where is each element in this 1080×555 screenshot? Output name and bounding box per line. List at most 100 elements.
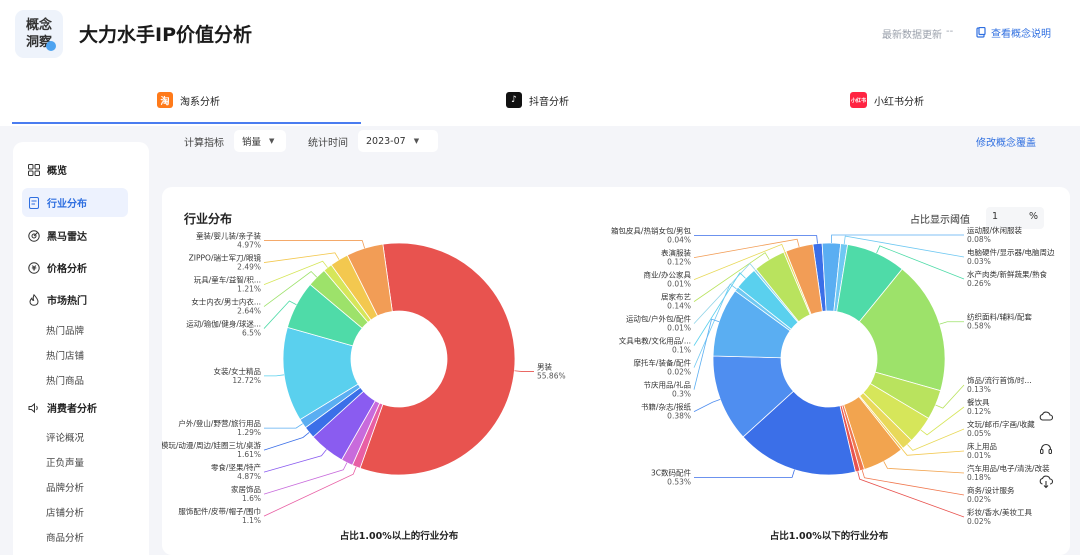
tab-xiaohongshu[interactable]: 小红书 小红书分析 (850, 92, 924, 108)
chart-caption-above: 占比1.00%以上的行业分布 (339, 531, 459, 542)
price-icon: ¥ (28, 261, 40, 274)
concept-help-link[interactable]: 查看概念说明 (976, 25, 1051, 40)
slice-label--: 运动包/户外包/配件 (626, 314, 692, 324)
slice-label--: 童装/婴儿装/亲子装 (196, 231, 262, 241)
slice-value-label: 1.1% (242, 516, 261, 525)
slice-value-label: 0.26% (967, 279, 991, 288)
sidebar-item-shop-analysis[interactable]: 店铺分析 (46, 505, 84, 519)
slice-value-label: 0.03% (967, 257, 991, 266)
slice-label--: 餐饮具 (967, 397, 990, 407)
sidebar-item-hot-shops[interactable]: 热门店铺 (46, 348, 84, 362)
slice-value-label: 1.21% (237, 285, 261, 294)
slice-value-label: 0.12% (667, 258, 691, 267)
slice-value-label: 1.61% (237, 450, 261, 459)
label-leader-line (263, 432, 310, 451)
label-leader-line (264, 374, 285, 377)
chevron-down-icon: ▼ (269, 137, 275, 145)
slice-value-label: 0.18% (967, 473, 991, 482)
sidebar-item-consumer[interactable]: 消费者分析 (28, 400, 97, 415)
slice-value-label: 0.01% (967, 451, 991, 460)
slice-label--: 彩妆/香水/美妆工具 (967, 507, 1033, 517)
slice-value-label: 0.04% (667, 236, 691, 245)
sidebar-item-comments[interactable]: 评论概况 (46, 430, 84, 444)
platform-tabs: 淘 淘系分析 ♪ 抖音分析 小红书 小红书分析 (0, 68, 1080, 126)
document-chart-icon (29, 196, 39, 209)
logo-line1: 概念 (25, 18, 52, 33)
slice-label--: 箱包皮具/热销女包/男包 (611, 226, 692, 236)
slice-value-label: 0.12% (967, 407, 991, 416)
slice-label--: 书籍/杂志/报纸 (641, 402, 692, 412)
slice-label--: 运动服/休闲服装 (967, 225, 1023, 235)
chart-caption-below: 占比1.00%以下的行业分布 (769, 531, 889, 542)
sidebar-item-price[interactable]: ¥ 价格分析 (28, 260, 87, 275)
sidebar-item-product-analysis[interactable]: 商品分析 (46, 530, 84, 544)
speaker-icon (28, 402, 38, 413)
sidebar-item-hot-products[interactable]: 热门商品 (46, 373, 84, 387)
sidebar-item-darkhorse[interactable]: 黑马雷达 (28, 228, 87, 243)
slice-value-label: 0.3% (672, 390, 691, 399)
slice-label--: 玩具/童车/益智/积... (194, 275, 261, 285)
label-leader-line (939, 321, 964, 325)
svg-text:¥: ¥ (32, 264, 37, 272)
slice-label--: 纺织面料/辅料/配套 (967, 312, 1033, 322)
slice-label--: 饰品/流行首饰/时... (967, 375, 1032, 385)
label-leader-line (901, 448, 965, 456)
sidebar-item-industry[interactable]: 行业分布 (22, 188, 128, 217)
tab-douyin[interactable]: ♪ 抖音分析 (506, 92, 569, 108)
sidebar-item-overview[interactable]: 概览 (28, 162, 67, 177)
slice-value-label: 1.6% (242, 494, 261, 503)
label-leader-line (264, 423, 303, 429)
slice-label--: 商务/设计服务 (967, 485, 1015, 495)
slice-value-label: 4.87% (237, 472, 261, 481)
slice-value-label: 4.97% (237, 241, 261, 250)
filter-bar: 计算指标 销量 ▼ 统计时间 2023-07 ▼ 修改概念覆盖 (162, 126, 1070, 156)
slice-value-label: 1.29% (237, 428, 261, 437)
metric-value: 销量 (242, 137, 262, 148)
label-leader-line (263, 466, 357, 517)
xiaohongshu-icon: 小红书 (850, 92, 867, 108)
tab-label: 淘系分析 (180, 96, 220, 108)
label-leader-line (263, 449, 327, 473)
slice-value-label: 0.02% (967, 495, 991, 504)
sidebar-item-market[interactable]: 市场热门 (28, 292, 87, 307)
tab-taobao[interactable]: 淘 淘系分析 (157, 92, 220, 108)
time-label: 统计时间 (308, 138, 348, 149)
slice-value-label: 0.08% (967, 235, 991, 244)
cloud-download-icon[interactable] (1038, 474, 1054, 490)
slice-label--: 汽车用品/电子/清洗/改装 (967, 463, 1050, 473)
modify-concept-link[interactable]: 修改概念覆盖 (976, 134, 1036, 149)
time-value: 2023-07 (366, 135, 406, 147)
sidebar-item-label: 行业分布 (47, 199, 87, 210)
slice-value-label: 55.86% (537, 372, 566, 381)
radar-icon (28, 229, 40, 242)
slice-label--: 女装/女士精品 (213, 366, 261, 376)
slice-label--: 表演服装 (661, 248, 691, 258)
slice-value-label: 0.14% (667, 302, 691, 311)
sidebar-item-hot-brands[interactable]: 热门品牌 (46, 323, 84, 337)
label-leader-line (694, 469, 795, 478)
headset-icon[interactable] (1038, 441, 1054, 457)
sidebar-item-sentiment[interactable]: 正负声量 (46, 455, 84, 469)
slice-label--: 电脑硬件/显示器/电脑周边 (967, 247, 1055, 257)
slice-label--: 商业/办公家具 (643, 270, 691, 280)
label-leader-line (514, 370, 534, 372)
slice-value-label: 0.02% (967, 517, 991, 526)
slice-label--: 模玩/动漫/周边/娃圈三坑/桌游 (162, 440, 261, 450)
document-icon (976, 27, 986, 38)
sidebar-item-brand-analysis[interactable]: 品牌分析 (46, 480, 84, 494)
cloud-icon[interactable] (1038, 408, 1054, 424)
label-leader-line (264, 240, 366, 249)
slice-label--: 零食/坚果/特产 (211, 462, 261, 472)
page-title: 大力水手IP价值分析 (79, 24, 252, 46)
slice-label--: 家居饰品 (231, 484, 261, 494)
slice-label--: 水产肉类/新鲜蔬果/熟食 (967, 269, 1048, 279)
label-leader-line (694, 235, 818, 244)
flame-icon (29, 293, 39, 306)
update-value: -- (946, 26, 954, 37)
metric-select[interactable]: 销量 ▼ (234, 130, 286, 152)
slice-label--: 床上用品 (967, 441, 997, 451)
time-select[interactable]: 2023-07 ▼ (358, 130, 438, 152)
slice-label--: 女士内衣/男士内衣... (191, 297, 261, 307)
label-leader-line (861, 470, 965, 496)
slice-label-zippo-: ZIPPO/瑞士军刀/眼镜 (189, 253, 262, 263)
